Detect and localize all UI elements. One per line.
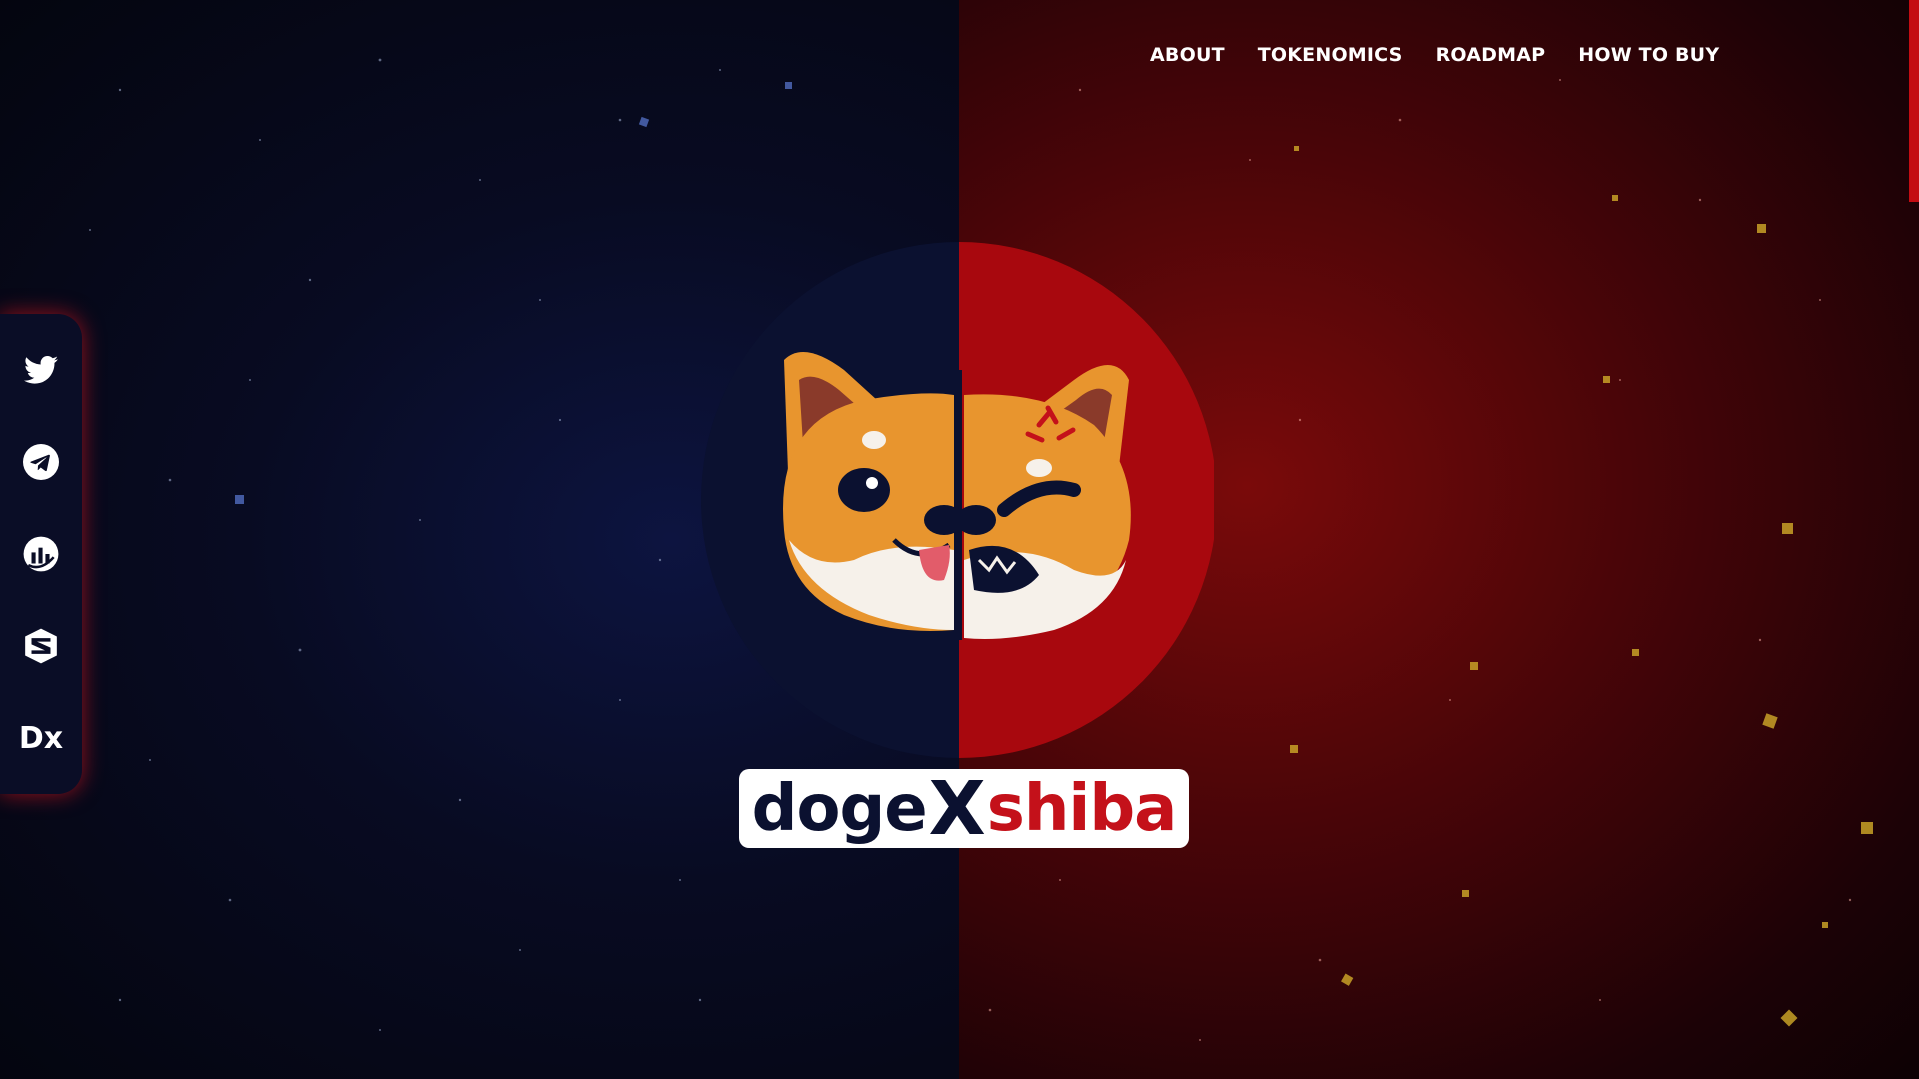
nav-tokenomics[interactable]: TOKENOMICS [1258,44,1403,66]
twitter-icon [24,355,58,384]
dextools-icon [25,628,57,664]
twitter-button[interactable] [19,348,63,392]
main-nav: ABOUT TOKENOMICS ROADMAP HOW TO BUY [1150,44,1719,66]
social-sidebar: Dx [0,314,82,794]
brand-doge: doge [751,771,928,846]
scroll-indicator[interactable] [1909,0,1919,202]
nav-about[interactable]: ABOUT [1150,44,1225,66]
chart-icon [23,536,59,572]
brand-wordmark[interactable]: doge X shiba [739,766,1189,852]
doge-shiba-logo [701,242,1214,758]
dexscreener-icon: Dx [18,720,64,756]
page: ABOUT TOKENOMICS ROADMAP HOW TO BUY Dx d… [0,0,1919,1079]
telegram-icon [23,444,59,480]
brand-shiba: shiba [986,771,1178,846]
nav-roadmap[interactable]: ROADMAP [1436,44,1546,66]
dextools-button[interactable] [19,624,63,668]
dexscreener-button[interactable]: Dx [19,716,63,760]
telegram-button[interactable] [19,440,63,484]
brand-x: X [928,765,986,852]
nav-how-to-buy[interactable]: HOW TO BUY [1578,44,1719,66]
chart-button[interactable] [19,532,63,576]
